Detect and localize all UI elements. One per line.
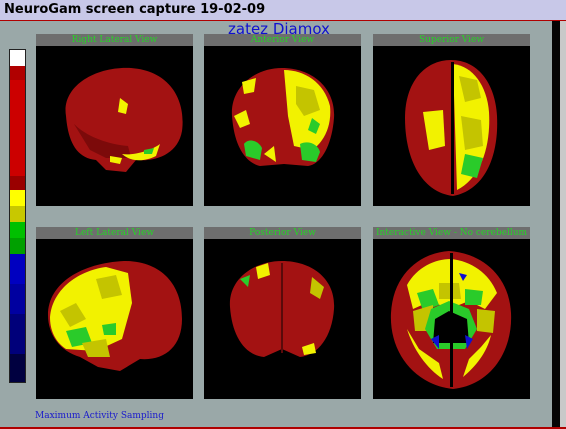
scrollbar-edge[interactable] bbox=[560, 21, 566, 429]
superior-view-panel[interactable]: Superior View bbox=[373, 34, 530, 206]
left-lateral-view-panel[interactable]: Left Lateral View bbox=[36, 227, 193, 399]
color-scale bbox=[9, 49, 26, 383]
brain-image bbox=[390, 251, 512, 389]
interactive-view-panel[interactable]: Interactive View - No cerebellum bbox=[373, 227, 530, 399]
panel-label: Posterior View bbox=[204, 227, 361, 239]
scale-blue bbox=[10, 254, 25, 284]
title-bar: NeuroGam screen capture 19-02-09 bbox=[0, 0, 566, 21]
scale-red-dark bbox=[10, 176, 25, 190]
panel-label: Anterior View bbox=[204, 34, 361, 46]
brain-image bbox=[231, 68, 335, 166]
scale-black bbox=[10, 354, 25, 382]
panel-label: Left Lateral View bbox=[36, 227, 193, 239]
brain-image bbox=[405, 60, 498, 196]
brain-image bbox=[48, 261, 182, 371]
brain-image bbox=[65, 67, 183, 172]
scale-white bbox=[10, 50, 25, 66]
panel-label: Interactive View - No cerebellum bbox=[373, 227, 530, 239]
scale-yellow bbox=[10, 190, 25, 206]
scale-green bbox=[10, 222, 25, 238]
anterior-view-panel[interactable]: Anterior View bbox=[204, 34, 361, 206]
right-lateral-view-panel[interactable]: Right Lateral View bbox=[36, 34, 193, 206]
scale-navy bbox=[10, 314, 25, 354]
scale-red-main bbox=[10, 80, 25, 176]
brain-image bbox=[229, 261, 335, 357]
scale-blue-dark bbox=[10, 284, 25, 314]
posterior-view-panel[interactable]: Posterior View bbox=[204, 227, 361, 399]
scale-red-top bbox=[10, 66, 25, 80]
sampling-label: Maximum Activity Sampling bbox=[35, 411, 164, 421]
window-title: NeuroGam screen capture 19-02-09 bbox=[4, 2, 266, 17]
panel-label: Right Lateral View bbox=[36, 34, 193, 46]
right-dark-strip bbox=[552, 21, 560, 429]
scale-olive bbox=[10, 206, 25, 222]
scale-green-dark bbox=[10, 238, 25, 254]
panel-label: Superior View bbox=[373, 34, 530, 46]
